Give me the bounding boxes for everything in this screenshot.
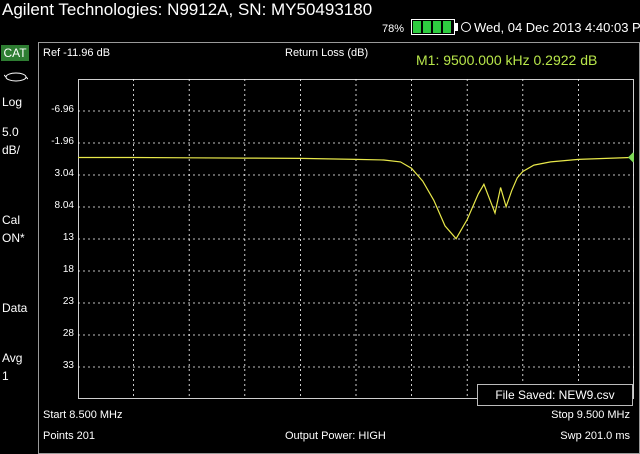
- points-count[interactable]: Points 201: [43, 430, 95, 442]
- battery-tip-icon: [455, 23, 458, 31]
- window-title: Agilent Technologies: N9912A, SN: MY5049…: [2, 0, 373, 19]
- battery-cell: [423, 21, 431, 33]
- start-frequency[interactable]: Start 8.500 MHz: [43, 409, 122, 421]
- marker-readout: M1: 9500.000 kHz 0.2922 dB: [416, 52, 598, 68]
- ref-level-label: Ref -11.96 dB: [43, 47, 111, 59]
- y-tick-label: -1.96: [51, 136, 74, 147]
- clock-icon: [461, 22, 471, 32]
- file-saved-notice: File Saved: NEW9.csv: [477, 384, 633, 406]
- battery-percent: 78%: [382, 23, 405, 35]
- avg-value[interactable]: 1: [2, 368, 9, 384]
- stop-frequency[interactable]: Stop 9.500 MHz: [551, 409, 630, 421]
- measurement-title: Return Loss (dB): [285, 47, 369, 59]
- cal-label[interactable]: Cal: [2, 212, 20, 228]
- format-label[interactable]: Log: [2, 94, 22, 110]
- y-tick-label: 18: [62, 264, 74, 275]
- y-tick-label: 23: [62, 296, 74, 307]
- cal-status[interactable]: ON*: [2, 230, 25, 246]
- y-tick-label: 3.04: [54, 168, 74, 179]
- output-power[interactable]: Output Power: HIGH: [285, 430, 386, 442]
- y-tick-label: 8.04: [54, 200, 74, 211]
- y-tick-label: 33: [62, 360, 74, 371]
- y-tick-label: 28: [62, 328, 74, 339]
- data-label[interactable]: Data: [2, 300, 27, 316]
- battery-cell: [433, 21, 441, 33]
- battery-cell: [443, 21, 451, 33]
- y-tick-label: -6.96: [51, 104, 74, 115]
- avg-label[interactable]: Avg: [2, 350, 22, 366]
- y-tick-label: 13: [62, 232, 74, 243]
- trace-plot[interactable]: [78, 79, 634, 399]
- battery-icon: [411, 19, 455, 35]
- scale-unit[interactable]: dB/: [2, 142, 20, 158]
- marker-m1-icon[interactable]: [628, 152, 634, 163]
- datetime: Wed, 04 Dec 2013 4:40:03 PM: [474, 20, 640, 35]
- battery-cell: [413, 21, 421, 33]
- mode-label[interactable]: CAT: [1, 45, 29, 61]
- scale-value[interactable]: 5.0: [2, 124, 19, 140]
- left-rail: Log 5.0 dB/ Cal ON* Data Avg 1: [0, 62, 36, 454]
- sweep-time[interactable]: Swp 201.0 ms: [560, 430, 630, 442]
